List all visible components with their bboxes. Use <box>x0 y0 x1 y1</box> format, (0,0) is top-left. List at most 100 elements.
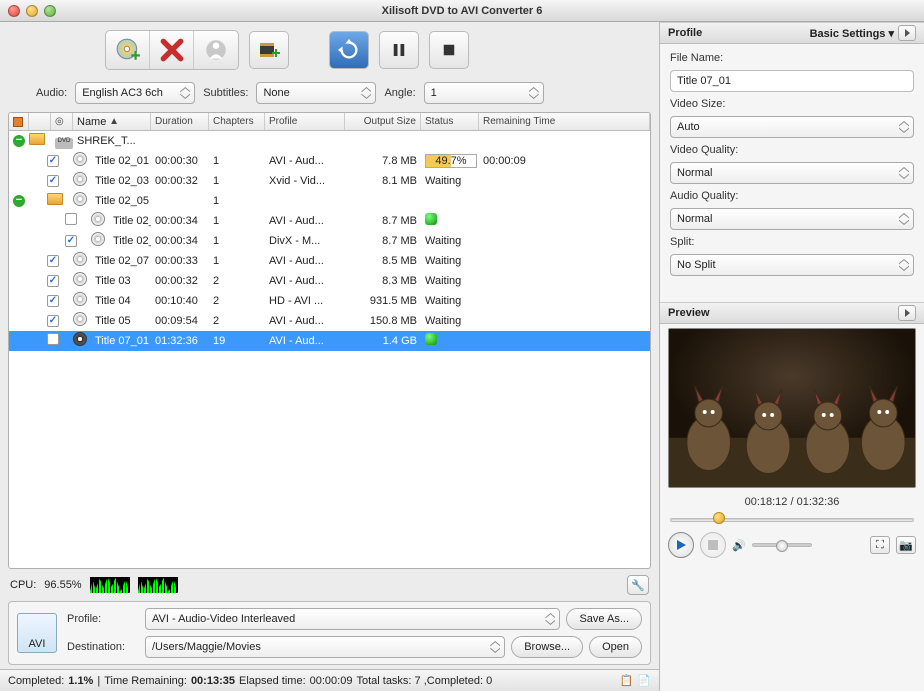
table-row[interactable]: Title 02_...00:00:341AVI - Aud...8.7 MB <box>9 211 650 231</box>
collapse-icon[interactable]: − <box>13 135 25 147</box>
subtitles-select[interactable]: None <box>256 82 376 104</box>
save-as-button[interactable]: Save As... <box>566 608 642 630</box>
table-row[interactable]: Title 07_0101:32:3619AVI - Aud...1.4 GB <box>9 331 650 351</box>
edit-button[interactable] <box>249 31 289 69</box>
filename-label: File Name: <box>670 52 914 64</box>
videosize-select[interactable]: Auto <box>670 116 914 138</box>
table-row[interactable]: −Title 02_051 <box>9 191 650 211</box>
checkbox[interactable] <box>65 235 77 247</box>
log-icon[interactable]: 📋 <box>620 674 634 687</box>
profile-panel-body: File Name: Title 07_01 Video Size: Auto … <box>660 44 924 284</box>
remove-button[interactable] <box>150 31 194 69</box>
task-grid: ◎ Name ▲ Duration Chapters Profile Outpu… <box>8 112 651 569</box>
titlebar: Xilisoft DVD to AVI Converter 6 <box>0 0 924 22</box>
filename-input[interactable]: Title 07_01 <box>670 70 914 92</box>
profile-label: Profile: <box>67 613 139 625</box>
settings-button[interactable]: 🔧 <box>627 575 649 595</box>
angle-select[interactable]: 1 <box>424 82 544 104</box>
preview-expand-button[interactable] <box>898 305 916 321</box>
checkbox[interactable] <box>47 275 59 287</box>
col-status[interactable]: Status <box>421 113 479 130</box>
checkbox[interactable] <box>47 333 59 345</box>
settings-mode-select[interactable]: Basic Settings ▾ <box>810 27 894 40</box>
col-duration[interactable]: Duration <box>151 113 209 130</box>
stop-preview-button[interactable] <box>700 532 726 558</box>
stop-button[interactable] <box>429 31 469 69</box>
table-row[interactable]: −DVDSHREK_T... <box>9 131 650 151</box>
destination-select[interactable]: /Users/Maggie/Movies <box>145 636 505 658</box>
folder-icon <box>29 133 45 145</box>
table-row[interactable]: Title 02_...00:00:341DivX - M...8.7 MBWa… <box>9 231 650 251</box>
convert-button[interactable] <box>329 31 369 69</box>
main-toolbar <box>0 22 659 78</box>
checkbox[interactable] <box>47 295 59 307</box>
checkbox[interactable] <box>47 255 59 267</box>
status-ready-icon <box>425 213 437 225</box>
folder-icon <box>47 193 63 205</box>
disc-icon <box>73 252 87 266</box>
preview-controls: 🔊 ⛶ 📷 <box>660 526 924 564</box>
table-row[interactable]: Title 02_0300:00:321Xvid - Vid...8.1 MBW… <box>9 171 650 191</box>
volume-slider[interactable] <box>752 543 812 547</box>
audioquality-label: Audio Quality: <box>670 190 914 202</box>
col-name[interactable]: Name ▲ <box>73 113 151 130</box>
checkbox[interactable] <box>47 175 59 187</box>
audio-select[interactable]: English AC3 6ch <box>75 82 195 104</box>
disc-icon <box>73 292 87 306</box>
audio-label: Audio: <box>36 87 67 99</box>
table-row[interactable]: Title 02_0100:00:301AVI - Aud...7.8 MB49… <box>9 151 650 171</box>
volume-icon[interactable]: 🔊 <box>732 539 746 552</box>
col-profile[interactable]: Profile <box>265 113 345 130</box>
open-button[interactable]: Open <box>589 636 642 658</box>
col-chapters[interactable]: Chapters <box>209 113 265 130</box>
disc-icon <box>73 272 87 286</box>
cpu-graph-icon <box>138 577 178 593</box>
destination-label: Destination: <box>67 641 139 653</box>
play-button[interactable] <box>668 532 694 558</box>
window-title: Xilisoft DVD to AVI Converter 6 <box>0 5 924 17</box>
col-output[interactable]: Output Size <box>345 113 421 130</box>
videoquality-select[interactable]: Normal <box>670 162 914 184</box>
table-row[interactable]: Title 0400:10:402HD - AVI ...931.5 MBWai… <box>9 291 650 311</box>
split-select[interactable]: No Split <box>670 254 914 276</box>
audioquality-select[interactable]: Normal <box>670 208 914 230</box>
table-row[interactable]: Title 0500:09:542AVI - Aud...150.8 MBWai… <box>9 311 650 331</box>
profile-panel-header: Profile Basic Settings ▾ <box>660 22 924 44</box>
col-expand[interactable] <box>9 113 29 130</box>
collapse-icon[interactable]: − <box>13 195 25 207</box>
disc-icon: DVD <box>55 138 73 149</box>
seek-slider[interactable] <box>660 512 924 526</box>
disc-icon <box>91 232 105 246</box>
disc-icon <box>73 172 87 186</box>
table-row[interactable]: Title 02_0700:00:331AVI - Aud...8.5 MBWa… <box>9 251 650 271</box>
profile-select[interactable]: AVI - Audio-Video Interleaved <box>145 608 560 630</box>
source-options-row: Audio: English AC3 6ch Subtitles: None A… <box>0 78 659 108</box>
status-bar: Completed: 1.1% | Time Remaining: 00:13:… <box>0 669 659 691</box>
checkbox[interactable] <box>47 315 59 327</box>
split-label: Split: <box>670 236 914 248</box>
subtitles-label: Subtitles: <box>203 87 248 99</box>
pause-button[interactable] <box>379 31 419 69</box>
report-icon[interactable]: 📄 <box>637 674 651 687</box>
col-icon[interactable]: ◎ <box>51 113 73 130</box>
browse-button[interactable]: Browse... <box>511 636 583 658</box>
checkbox[interactable] <box>47 155 59 167</box>
disc-icon <box>91 212 105 226</box>
fullscreen-icon[interactable]: ⛶ <box>870 536 890 554</box>
preview-panel-header: Preview <box>660 302 924 324</box>
disc-icon <box>73 152 87 166</box>
table-row[interactable]: Title 0300:00:322AVI - Aud...8.3 MBWaiti… <box>9 271 650 291</box>
angle-label: Angle: <box>384 87 415 99</box>
snapshot-icon[interactable]: 📷 <box>896 536 916 554</box>
preview-video[interactable] <box>668 328 916 488</box>
cpu-row: CPU:96.55% 🔧 <box>0 573 659 597</box>
clear-button[interactable] <box>194 31 238 69</box>
add-disc-button[interactable] <box>106 31 150 69</box>
profile-expand-button[interactable] <box>898 25 916 41</box>
checkbox[interactable] <box>65 213 77 225</box>
videoquality-label: Video Quality: <box>670 144 914 156</box>
disc-icon <box>73 332 87 346</box>
col-check[interactable] <box>29 113 51 130</box>
col-remaining[interactable]: Remaining Time <box>479 113 650 130</box>
profile-format-icon: AVI <box>17 613 57 653</box>
